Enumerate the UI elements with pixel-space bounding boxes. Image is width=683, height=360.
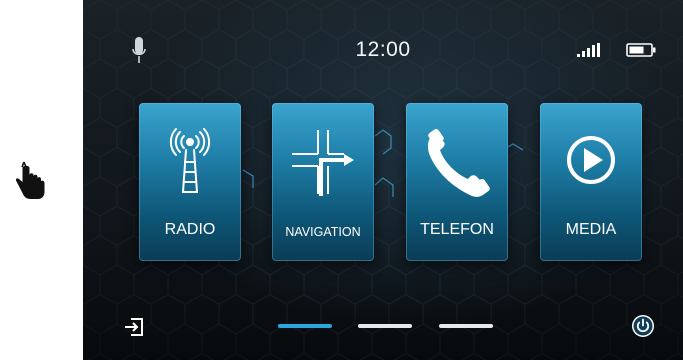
page-indicator-3[interactable]: [439, 324, 493, 328]
signal-strength-icon: [577, 43, 600, 57]
telefon-label: TELEFON: [420, 221, 494, 238]
radio-tile[interactable]: RADIO: [139, 103, 241, 261]
play-icon: [567, 136, 615, 184]
radio-antenna-icon: [169, 128, 211, 193]
exit-icon[interactable]: [123, 316, 145, 338]
navigation-arrow-icon: [292, 130, 354, 196]
phone-icon: [427, 129, 490, 197]
navigation-label: NAVIGATION: [285, 225, 361, 239]
navigation-tile[interactable]: NAVIGATION: [272, 103, 374, 261]
page-indicator-2[interactable]: [358, 324, 412, 328]
radio-label: RADIO: [164, 221, 216, 238]
media-label: MEDIA: [565, 221, 617, 238]
telefon-tile[interactable]: TELEFON: [406, 103, 508, 261]
power-icon[interactable]: [631, 314, 655, 338]
media-tile[interactable]: MEDIA: [540, 103, 642, 261]
battery-icon: [626, 43, 656, 57]
bottom-bar: [83, 300, 683, 360]
page-indicator-1[interactable]: [278, 324, 332, 328]
hand-pointer-icon: [15, 161, 45, 199]
infotainment-screen: 12:00 RADIO NAVIGATION TELEFON MEDIA: [83, 0, 683, 360]
